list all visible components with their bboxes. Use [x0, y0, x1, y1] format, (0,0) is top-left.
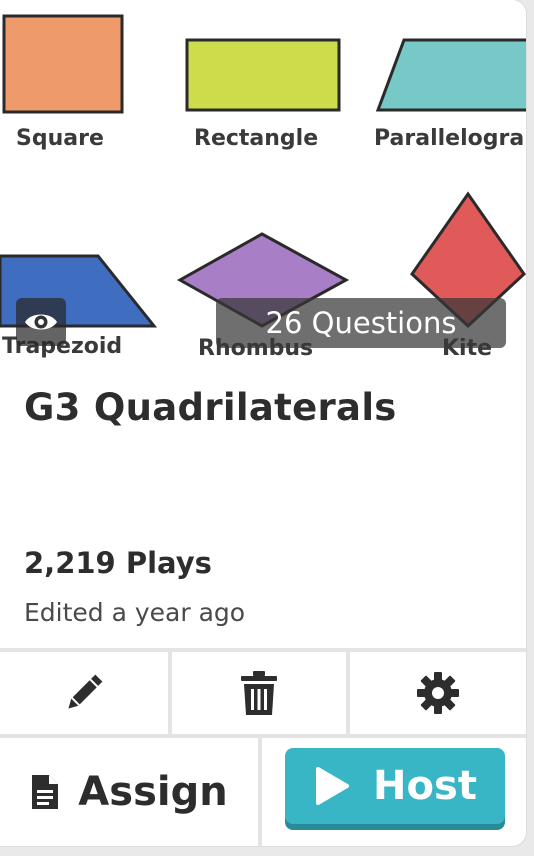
shape-label-rectangle: Rectangle [194, 126, 319, 151]
pencil-icon [68, 674, 103, 709]
quiz-card[interactable]: Square Rectangle Parallelogra Trapezoid … [0, 0, 526, 846]
square-shape [2, 14, 124, 114]
gear-icon [417, 672, 459, 714]
divider [258, 738, 262, 846]
edited-timestamp: Edited a year ago [24, 598, 246, 627]
plays-count: 2,219 Plays [24, 546, 212, 580]
play-icon [316, 767, 350, 805]
assign-label: Assign [78, 769, 228, 815]
delete-button[interactable] [172, 652, 346, 734]
host-label: Host [373, 763, 477, 809]
settings-button[interactable] [350, 652, 526, 734]
rectangle-shape [185, 38, 341, 112]
assign-button[interactable]: Assign [0, 738, 258, 846]
trash-icon [241, 671, 277, 715]
shape-label-parallelogram: Parallelogra [374, 126, 525, 151]
document-icon [32, 775, 59, 809]
shape-label-square: Square [16, 126, 104, 151]
parallelogram-shape [375, 38, 526, 112]
question-count-badge: 26 Questions [216, 298, 506, 348]
edit-button[interactable] [0, 652, 168, 734]
eye-icon [25, 314, 57, 330]
preview-button[interactable] [16, 298, 66, 346]
host-button[interactable]: Host [285, 748, 505, 824]
quiz-title[interactable]: G3 Quadrilaterals [24, 386, 397, 429]
quiz-thumbnail[interactable]: Square Rectangle Parallelogra Trapezoid … [0, 0, 526, 376]
